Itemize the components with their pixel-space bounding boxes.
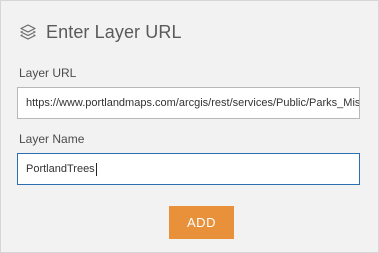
layer-url-input[interactable]: https://www.portlandmaps.com/arcgis/rest… xyxy=(17,87,360,119)
add-button[interactable]: ADD xyxy=(169,206,234,239)
panel-header: Enter Layer URL xyxy=(19,19,182,45)
enter-layer-url-panel: Enter Layer URL Layer URL https://www.po… xyxy=(0,0,379,253)
layers-icon xyxy=(19,23,37,41)
text-caret xyxy=(95,162,97,176)
layer-url-label: Layer URL xyxy=(19,66,77,80)
panel-title: Enter Layer URL xyxy=(46,21,182,42)
layer-url-value: https://www.portlandmaps.com/arcgis/rest… xyxy=(26,97,360,109)
layer-name-input[interactable]: PortlandTrees xyxy=(17,153,360,185)
layer-name-label: Layer Name xyxy=(19,132,85,146)
layer-name-value: PortlandTrees xyxy=(26,163,95,175)
